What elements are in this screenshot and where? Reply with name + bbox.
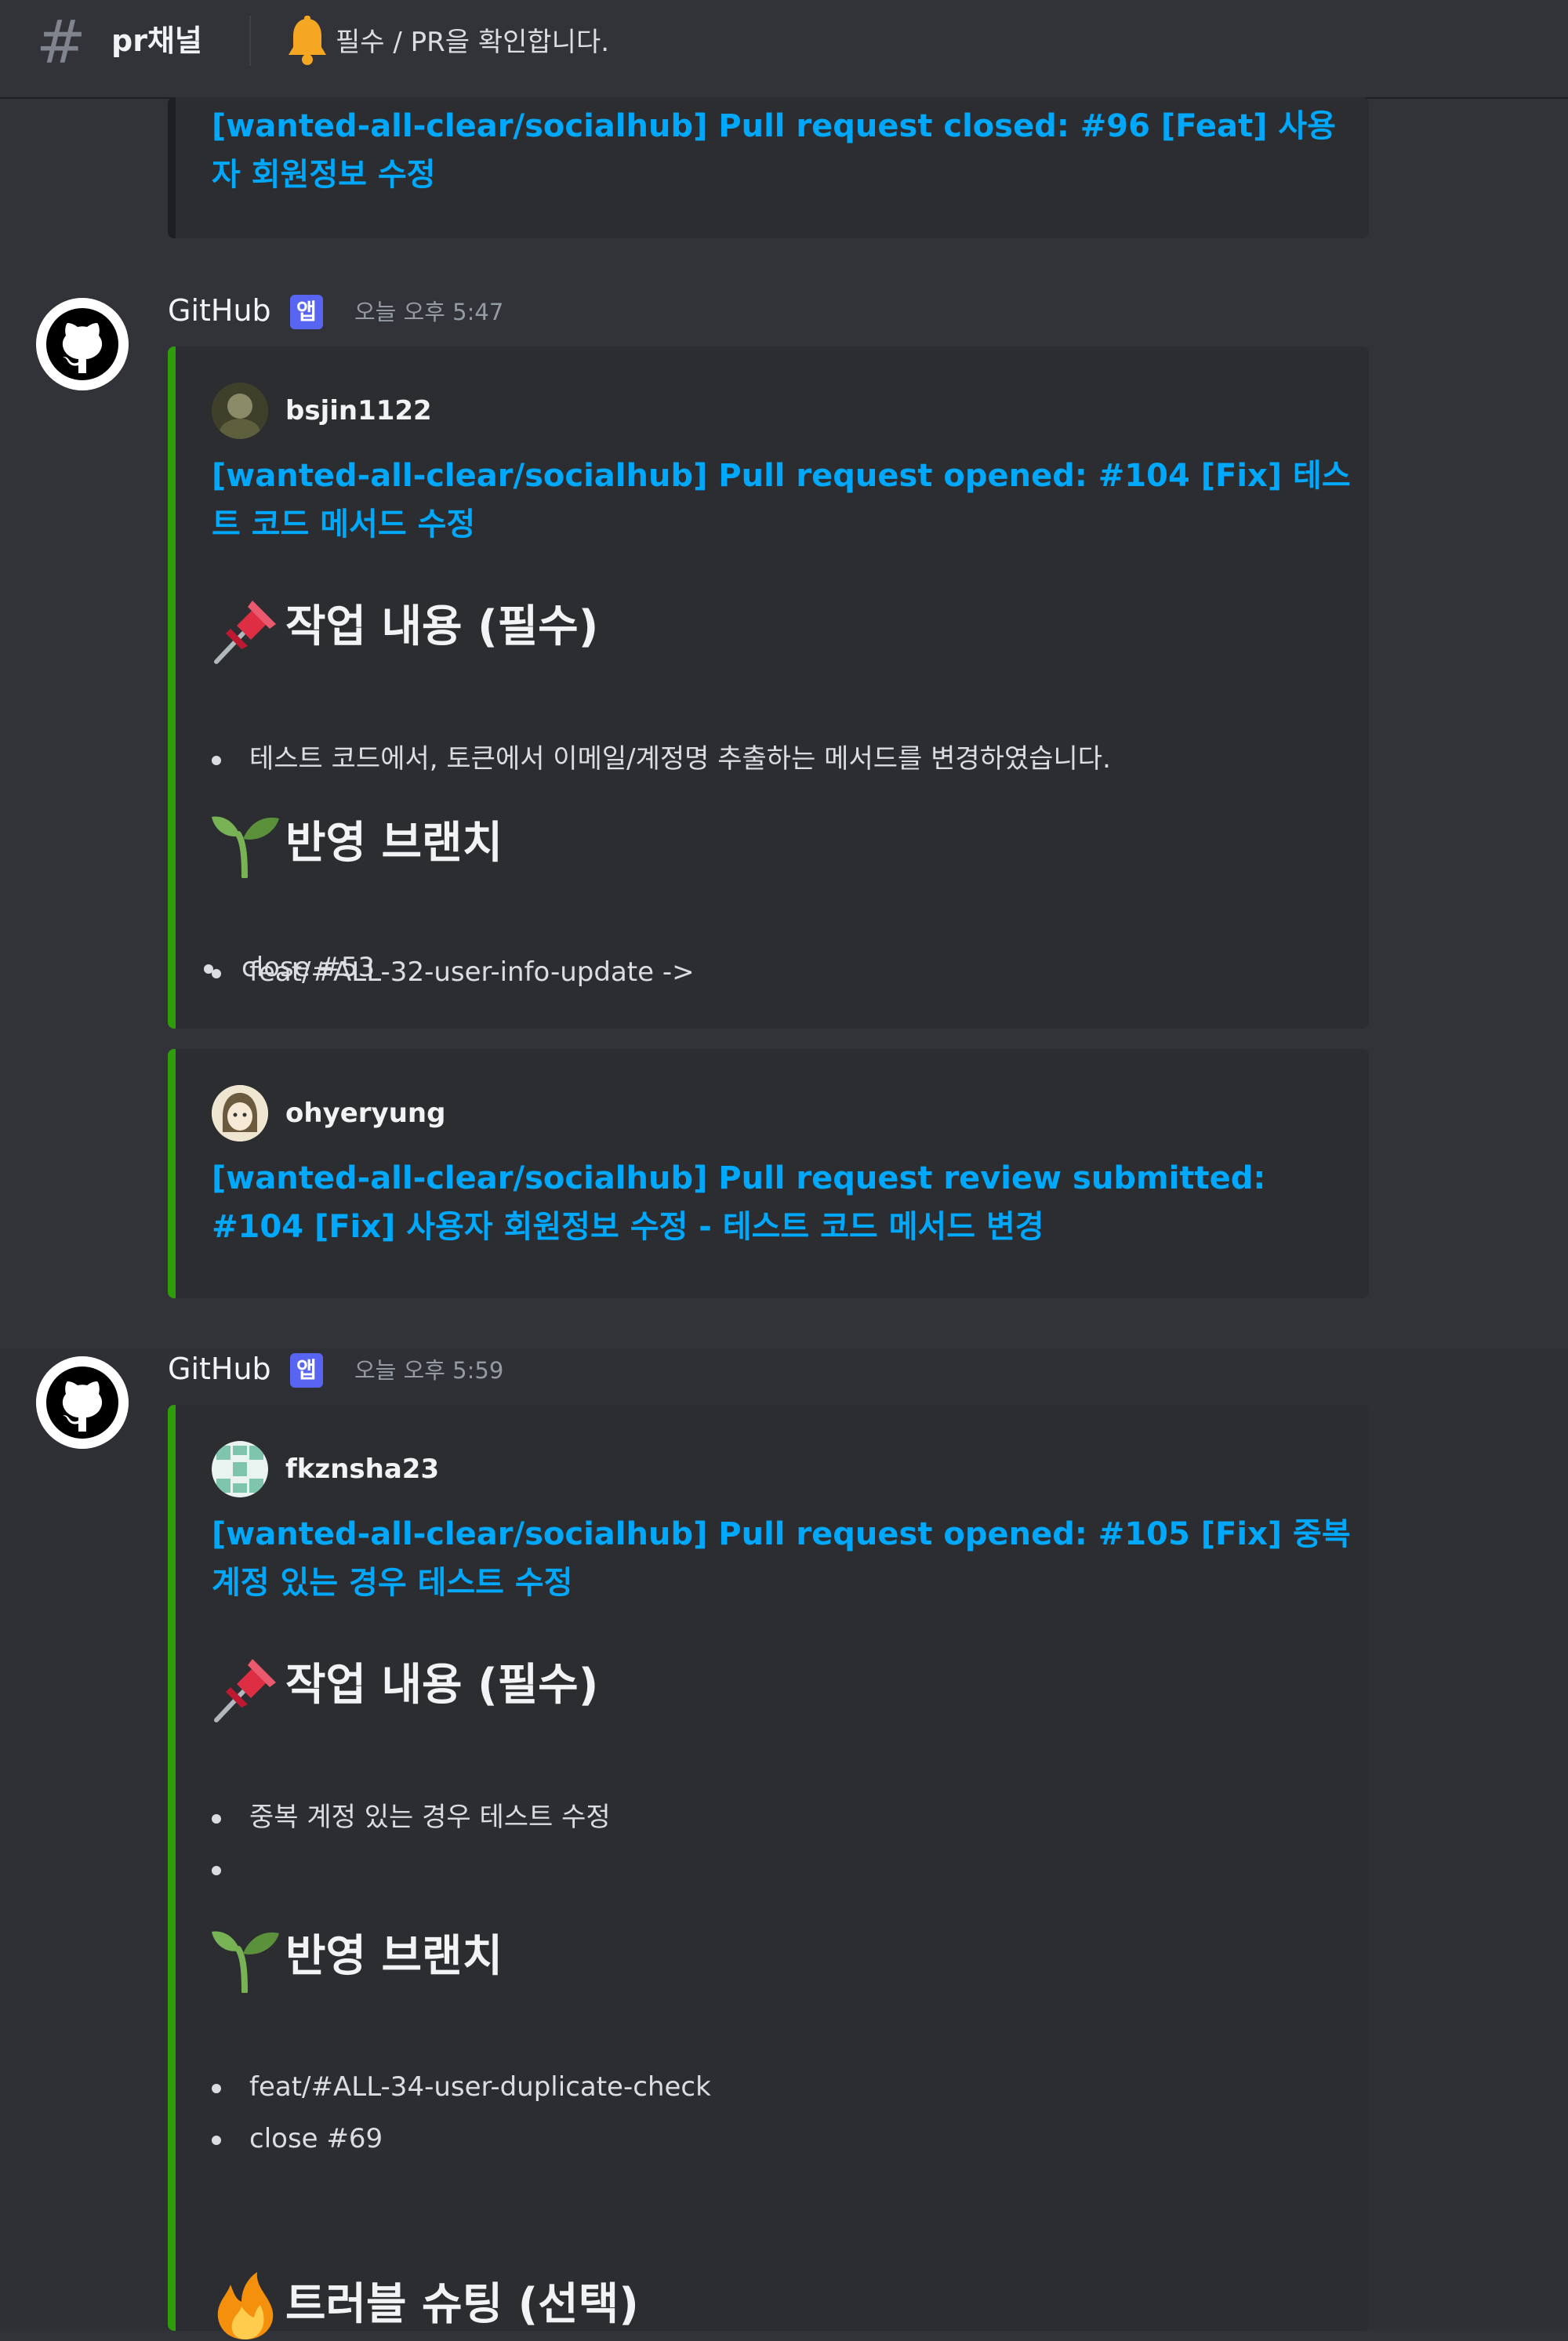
seedling-icon bbox=[212, 1931, 279, 1993]
author-name[interactable]: GitHub bbox=[168, 1350, 271, 1388]
section-heading: 트러블 슈팅 (선택) bbox=[285, 2279, 639, 2330]
timestamp: 오늘 오후 5:59 bbox=[354, 1357, 504, 1384]
user-avatar[interactable] bbox=[212, 1441, 268, 1497]
app-badge: 앱 bbox=[290, 1353, 323, 1388]
hash-icon: # bbox=[36, 7, 86, 77]
avatar[interactable] bbox=[36, 1356, 129, 1449]
pushpin-icon bbox=[214, 601, 276, 664]
embed-author[interactable]: fkznsha23 bbox=[285, 1450, 439, 1488]
bullet-dot bbox=[212, 969, 221, 978]
user-avatar-image bbox=[212, 1085, 268, 1141]
embed-author[interactable]: ohyeryung bbox=[285, 1094, 445, 1132]
seedling-icon bbox=[212, 816, 279, 878]
review-embed: ohyeryung [wanted-all-clear/socialhub] P… bbox=[168, 1049, 1369, 1298]
section-heading: 작업 내용 (필수) bbox=[285, 601, 599, 652]
message: GitHub 앱 오늘 오후 5:47 bsjin1122 [wanted-al… bbox=[0, 290, 1568, 1309]
message-embed: [wanted-all-clear/socialhub] Pull reques… bbox=[168, 97, 1369, 238]
channel-topic: 필수 / PR을 확인합니다. bbox=[336, 27, 610, 58]
embed-title-link[interactable]: [wanted-all-clear/socialhub] Pull reques… bbox=[212, 1510, 1364, 1607]
user-avatar[interactable] bbox=[212, 1085, 268, 1141]
timestamp: 오늘 오후 5:47 bbox=[354, 299, 504, 325]
bullet-dot bbox=[212, 756, 221, 765]
list-item: close #53 bbox=[241, 952, 376, 983]
pushpin-icon bbox=[214, 1659, 276, 1722]
list-item: 테스트 코드에서, 토큰에서 이메일/계정명 추출하는 메서드를 변경하였습니다… bbox=[249, 743, 1111, 775]
list-item: 중복 계정 있는 경우 테스트 수정 bbox=[249, 1802, 611, 1833]
github-icon bbox=[36, 298, 129, 390]
embed-title-link[interactable]: [wanted-all-clear/socialhub] Pull reques… bbox=[212, 1154, 1364, 1251]
message: GitHub 앱 오늘 오후 5:59 fkznsha23 [wanted-al… bbox=[0, 1348, 1568, 2339]
github-icon bbox=[36, 1356, 129, 1449]
section-heading: 반영 브랜치 bbox=[285, 1931, 503, 1982]
bullet-dot bbox=[212, 2136, 221, 2145]
channel-name[interactable]: pr채널 bbox=[111, 17, 202, 64]
avatar[interactable] bbox=[36, 298, 129, 390]
author-name[interactable]: GitHub bbox=[168, 292, 271, 329]
bullet-dot bbox=[212, 2084, 221, 2093]
bullet-dot bbox=[212, 1866, 221, 1875]
list-item: feat/#ALL-34-user-duplicate-check bbox=[249, 2071, 711, 2103]
header-divider bbox=[249, 16, 251, 66]
embed-title-link[interactable]: [wanted-all-clear/socialhub] Pull reques… bbox=[212, 102, 1364, 199]
pr-embed: bsjin1122 [wanted-all-clear/socialhub] P… bbox=[168, 347, 1369, 1029]
user-avatar-image bbox=[212, 1441, 268, 1497]
user-avatar-image bbox=[212, 383, 268, 439]
list-item: close #69 bbox=[249, 2123, 383, 2154]
channel-header: # pr채널 필수 / PR을 확인합니다. bbox=[0, 0, 1568, 99]
bullet-dot bbox=[204, 964, 213, 974]
user-avatar[interactable] bbox=[212, 383, 268, 439]
bullet-dot bbox=[212, 1814, 221, 1824]
section-heading: 반영 브랜치 bbox=[285, 818, 503, 869]
app-badge: 앱 bbox=[290, 295, 323, 329]
embed-author[interactable]: bsjin1122 bbox=[285, 392, 432, 430]
embed-title-link[interactable]: [wanted-all-clear/socialhub] Pull reques… bbox=[212, 452, 1364, 549]
pr-embed: fkznsha23 [wanted-all-clear/socialhub] P… bbox=[168, 1405, 1369, 2339]
bell-icon bbox=[289, 16, 326, 65]
section-heading: 작업 내용 (필수) bbox=[285, 1660, 599, 1711]
